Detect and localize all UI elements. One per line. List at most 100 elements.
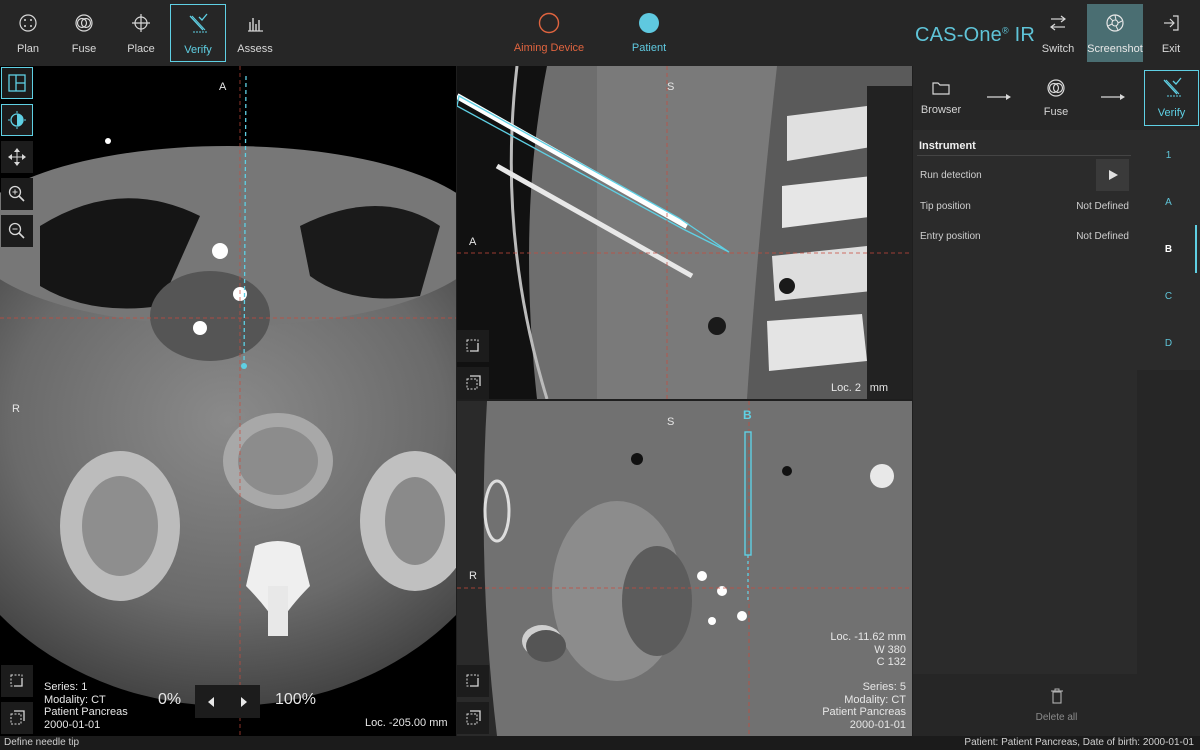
aiming-device-status-icon <box>538 12 560 34</box>
axial-viewport[interactable]: A R Series: 1 Modality: CT Patient Pancr… <box>0 66 456 736</box>
trash-icon <box>1050 688 1063 704</box>
chevron-right-icon <box>240 696 247 707</box>
select-region-icon <box>466 710 481 725</box>
toolbar-fuse-button[interactable]: Fuse <box>56 4 112 62</box>
toolbar-verify-button[interactable]: Verify <box>170 4 226 62</box>
sagittal-ct-image <box>457 66 912 399</box>
status-bar: Define needle tip Patient: Patient Pancr… <box>0 736 1200 750</box>
folder-icon <box>932 82 950 95</box>
place-icon <box>130 12 152 34</box>
toolbar-assess-label: Assess <box>237 43 273 55</box>
axial-series-info: Series: 1 Modality: CT Patient Pancreas … <box>44 681 128 731</box>
toolbar-plan-button[interactable]: Plan <box>0 4 56 62</box>
coronal-select-button[interactable] <box>457 702 489 734</box>
screenshot-button[interactable]: Screenshot <box>1087 4 1143 62</box>
patient-status-label: Patient <box>631 42 667 54</box>
select-region-icon <box>466 375 481 390</box>
axial-crop-button[interactable] <box>1 665 33 697</box>
zoom-in-tool-button[interactable] <box>1 178 33 210</box>
tip-position-label: Tip position <box>920 201 971 212</box>
run-detection-button[interactable] <box>1096 159 1129 191</box>
trajectory-list: 1 A B C D <box>1137 130 1200 370</box>
fuse-icon <box>73 12 95 34</box>
coronal-orientation-top: S <box>667 416 675 428</box>
switch-label: Switch <box>1041 43 1075 55</box>
trajectory-item-b[interactable]: B <box>1137 244 1200 255</box>
play-icon <box>1108 170 1118 180</box>
zoom-out-tool-button[interactable] <box>1 215 33 247</box>
exit-label: Exit <box>1161 43 1181 55</box>
app-brand: CAS-One® IR <box>915 24 1036 46</box>
slice-slider-min: 0% <box>158 691 182 708</box>
layout-icon <box>8 74 26 92</box>
sagittal-orientation-top: S <box>667 81 675 93</box>
status-hint: Define needle tip <box>4 737 80 748</box>
sagittal-viewport[interactable]: S A Loc. 2 mm <box>457 66 912 399</box>
axial-orientation-left: R <box>12 403 20 415</box>
toolbar-fuse-label: Fuse <box>71 43 97 55</box>
sagittal-orientation-left: A <box>469 236 477 248</box>
plan-icon <box>17 12 39 34</box>
top-toolbar: Plan Fuse Place Verify Assess Aiming Dev… <box>0 0 1200 66</box>
assess-icon <box>244 12 266 34</box>
verify-icon <box>187 13 209 35</box>
instrument-title: Instrument <box>919 140 976 152</box>
screenshot-label: Screenshot <box>1087 43 1143 55</box>
toolbar-assess-button[interactable]: Assess <box>227 4 283 62</box>
axial-location: Loc. -205.00 mm <box>365 717 448 729</box>
delete-all-button[interactable]: Delete all <box>913 674 1200 736</box>
toolbar-place-label: Place <box>127 43 155 55</box>
crop-icon <box>10 674 23 687</box>
toolbar-plan-label: Plan <box>16 43 40 55</box>
workflow-verify-label: Verify <box>1157 107 1186 119</box>
previous-slice-button[interactable] <box>206 696 216 708</box>
status-patient-info: Patient: Patient Pancreas, Date of birth… <box>964 737 1194 748</box>
zoom-in-icon <box>8 185 25 202</box>
trajectory-item-d[interactable]: D <box>1137 338 1200 349</box>
entry-position-value: Not Defined <box>1076 231 1129 242</box>
toolbar-place-button[interactable]: Place <box>113 4 169 62</box>
axial-select-button[interactable] <box>1 702 33 734</box>
pan-tool-button[interactable] <box>1 141 33 173</box>
toolbar-verify-label: Verify <box>184 44 212 56</box>
workflow-verify-button[interactable]: Verify <box>1144 70 1199 126</box>
coronal-crop-button[interactable] <box>457 665 489 697</box>
arrow-right-icon <box>987 94 1011 100</box>
next-slice-button[interactable] <box>239 696 249 708</box>
delete-all-label: Delete all <box>1035 711 1078 723</box>
verify-icon <box>1163 77 1182 97</box>
patient-status: Patient <box>618 12 680 54</box>
workflow-fuse-button[interactable]: Fuse <box>1028 66 1084 130</box>
axial-orientation-top: A <box>219 81 227 93</box>
verify-panel: Browser Fuse Verify Instrument Run detec… <box>913 66 1200 736</box>
zoom-out-icon <box>8 222 25 239</box>
patient-status-icon <box>639 13 659 33</box>
tip-position-value: Not Defined <box>1076 201 1129 212</box>
trajectory-item-1[interactable]: 1 <box>1137 150 1200 161</box>
crop-icon <box>466 674 479 687</box>
sagittal-crop-button[interactable] <box>457 330 489 362</box>
layout-tool-button[interactable] <box>1 67 33 99</box>
divider <box>917 155 1131 156</box>
trajectory-item-a[interactable]: A <box>1137 197 1200 208</box>
aiming-device-status: Aiming Device <box>508 12 590 54</box>
coronal-window-info: Loc. -11.62 mm W 380 C 132 <box>830 631 906 668</box>
exit-button[interactable]: Exit <box>1143 4 1199 62</box>
arrow-right-icon <box>1101 94 1125 100</box>
instrument-section: Instrument Run detection Tip position No… <box>913 130 1137 674</box>
coronal-orientation-left: R <box>469 570 477 582</box>
sagittal-location: Loc. 2 mm <box>831 382 889 394</box>
run-detection-label: Run detection <box>920 170 982 181</box>
trajectory-item-c[interactable]: C <box>1137 291 1200 302</box>
chevron-left-icon <box>208 696 215 707</box>
trajectory-scrollbar[interactable] <box>1195 225 1197 273</box>
coronal-series-info: Series: 5 Modality: CT Patient Pancreas … <box>822 681 906 731</box>
sagittal-select-button[interactable] <box>457 367 489 399</box>
coronal-viewport[interactable]: B S R Loc. -11.62 mm W 380 C 132 Series:… <box>457 401 912 736</box>
switch-button[interactable]: Switch <box>1030 4 1086 62</box>
move-icon <box>8 148 26 166</box>
select-region-icon <box>10 710 25 725</box>
window-level-tool-button[interactable] <box>1 104 33 136</box>
workflow-browser-button[interactable]: Browser <box>913 66 969 130</box>
axial-ct-image <box>0 66 456 736</box>
